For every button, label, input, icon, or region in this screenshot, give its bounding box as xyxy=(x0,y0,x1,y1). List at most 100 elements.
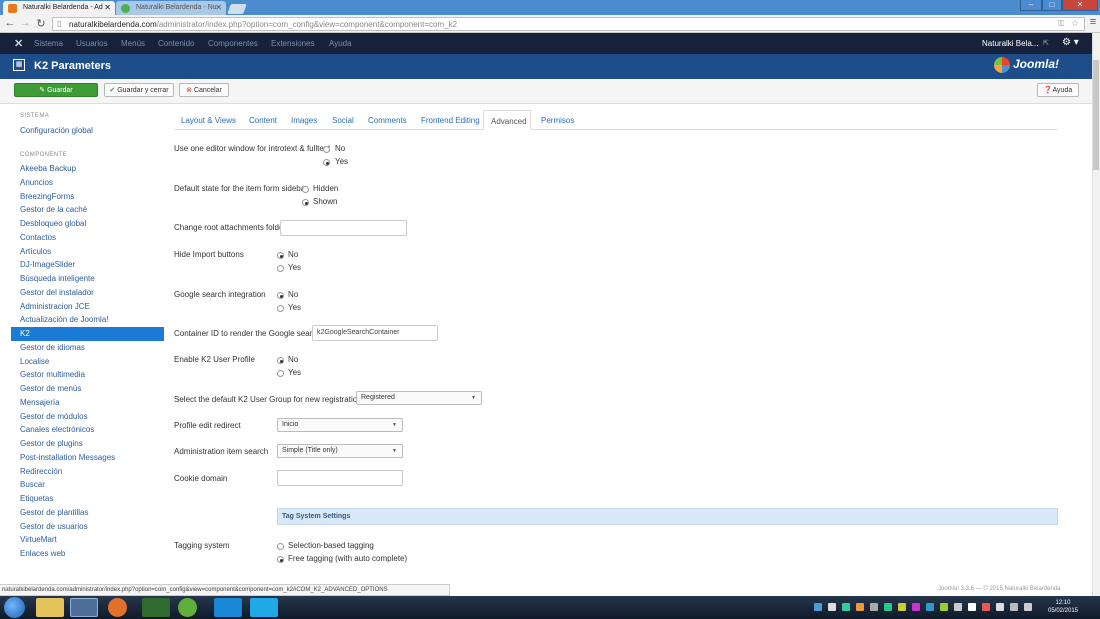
sidebar-item-buscar[interactable]: Buscar xyxy=(20,480,45,489)
tab-content[interactable]: Content xyxy=(249,116,277,125)
sidebar-item-global-config[interactable]: Configuración global xyxy=(20,126,93,135)
file-explorer-icon[interactable] xyxy=(36,598,64,617)
teamviewer-taskbar-icon[interactable] xyxy=(214,598,242,617)
tray-icon[interactable] xyxy=(996,603,1004,611)
sidebar-item-administracion-jce[interactable]: Administracion JCE xyxy=(20,302,90,311)
scrollbar-thumb[interactable] xyxy=(1093,60,1099,170)
tray-icon[interactable] xyxy=(870,603,878,611)
key-icon[interactable]: ⚿ xyxy=(1058,19,1064,29)
browser-tab-admin[interactable]: Naturalki Belardenda - Ad ✕ xyxy=(3,1,115,15)
profile-redirect-select[interactable]: Inicio ▼ xyxy=(277,418,403,432)
attachments-folder-input[interactable] xyxy=(280,220,407,236)
user-menu[interactable]: Naturalki Bela... xyxy=(982,39,1038,48)
tagging-free-radio[interactable] xyxy=(277,556,284,563)
sidebar-item-gestor-multimedia[interactable]: Gestor multimedia xyxy=(20,370,85,379)
cookie-domain-input[interactable] xyxy=(277,470,403,486)
sidebar-item-post-installation-messages[interactable]: Post-installation Messages xyxy=(20,453,115,462)
sidebar-item-canales-electr-nicos[interactable]: Canales electrónicos xyxy=(20,425,94,434)
menu-extensiones[interactable]: Extensiones xyxy=(271,39,315,48)
browser-tab-site[interactable]: Naturalki Belardenda - Nu ✕ xyxy=(116,1,226,15)
hide-import-no-radio[interactable] xyxy=(277,252,284,259)
reload-icon[interactable]: ↻ xyxy=(34,17,48,30)
tray-icon[interactable] xyxy=(1024,603,1032,611)
sidebar-item-contactos[interactable]: Contactos xyxy=(20,233,56,242)
start-button[interactable] xyxy=(4,597,25,618)
user-group-select[interactable]: Registered ▼ xyxy=(356,391,482,405)
hide-import-yes-radio[interactable] xyxy=(277,265,284,272)
tray-icon[interactable] xyxy=(898,603,906,611)
sidebar-item-gestor-del-instalador[interactable]: Gestor del instalador xyxy=(20,288,94,297)
minimize-button[interactable]: – xyxy=(1020,0,1042,11)
sidebar-item-gestor-de-idiomas[interactable]: Gestor de idiomas xyxy=(20,343,85,352)
tagging-selection-radio[interactable] xyxy=(277,543,284,550)
joomla-logo-icon[interactable]: ✕ xyxy=(14,37,23,50)
editor-window-no-radio[interactable] xyxy=(323,146,330,153)
cancel-button[interactable]: ⊗ Cancelar xyxy=(179,83,229,97)
tab-images[interactable]: Images xyxy=(291,116,317,125)
google-search-yes-radio[interactable] xyxy=(277,305,284,312)
help-button[interactable]: ❓Ayuda xyxy=(1037,83,1079,97)
sidebar-item-dj-imageslider[interactable]: DJ-ImageSlider xyxy=(20,260,75,269)
close-tab-icon[interactable]: ✕ xyxy=(215,3,222,12)
sidebar-item-art-culos[interactable]: Artículos xyxy=(20,247,51,256)
sidebar-item-breezingforms[interactable]: BreezingForms xyxy=(20,192,74,201)
skype-taskbar-icon[interactable] xyxy=(250,598,278,617)
sidebar-item-localise[interactable]: Localise xyxy=(20,357,49,366)
tray-icon[interactable] xyxy=(954,603,962,611)
sidebar-item-b-squeda-inteligente[interactable]: Búsqueda inteligente xyxy=(20,274,95,283)
user-profile-no-radio[interactable] xyxy=(277,357,284,364)
tray-icon[interactable] xyxy=(912,603,920,611)
tab-frontend-editing[interactable]: Frontend Editing xyxy=(421,116,480,125)
filezilla-taskbar-icon[interactable] xyxy=(142,598,170,617)
sidebar-item-anuncios[interactable]: Anuncios xyxy=(20,178,53,187)
new-tab-button[interactable] xyxy=(227,4,247,14)
admin-search-select[interactable]: Simple (Title only) ▼ xyxy=(277,444,403,458)
close-window-button[interactable]: ✕ xyxy=(1062,0,1098,11)
back-icon[interactable]: ← xyxy=(3,17,17,29)
save-button[interactable]: ✎ Guardar xyxy=(14,83,98,97)
google-search-no-radio[interactable] xyxy=(277,292,284,299)
sidebar-item-akeeba-backup[interactable]: Akeeba Backup xyxy=(20,164,76,173)
system-clock[interactable]: 12:10 05/02/2015 xyxy=(1048,599,1078,615)
external-link-icon[interactable]: ⇱ xyxy=(1043,39,1049,47)
forward-icon[interactable]: → xyxy=(18,17,32,29)
menu-sistema[interactable]: Sistema xyxy=(34,39,63,48)
menu-ayuda[interactable]: Ayuda xyxy=(329,39,352,48)
sidebar-item-desbloqueo-global[interactable]: Desbloqueo global xyxy=(20,219,86,228)
sidebar-item-gestor-de-usuarios[interactable]: Gestor de usuarios xyxy=(20,522,88,531)
tray-icon[interactable] xyxy=(940,603,948,611)
sidebar-state-shown-radio[interactable] xyxy=(302,199,309,206)
tab-social[interactable]: Social xyxy=(332,116,354,125)
sidebar-item-gestor-de-plugins[interactable]: Gestor de plugins xyxy=(20,439,83,448)
chrome-taskbar-icon[interactable] xyxy=(70,598,98,617)
sidebar-state-hidden-radio[interactable] xyxy=(302,186,309,193)
tab-layout-views[interactable]: Layout & Views xyxy=(181,116,236,125)
tray-icon[interactable] xyxy=(968,603,976,611)
tab-permisos[interactable]: Permisos xyxy=(541,116,574,125)
tray-icon[interactable] xyxy=(982,603,990,611)
utorrent-taskbar-icon[interactable] xyxy=(178,598,197,617)
sidebar-item-virtuemart[interactable]: VirtueMart xyxy=(20,535,57,544)
tray-icon[interactable] xyxy=(926,603,934,611)
menu-usuarios[interactable]: Usuarios xyxy=(76,39,108,48)
firefox-taskbar-icon[interactable] xyxy=(108,598,127,617)
sidebar-item-redirecci-n[interactable]: Redirección xyxy=(20,467,62,476)
close-tab-icon[interactable]: ✕ xyxy=(104,3,111,12)
tab-comments[interactable]: Comments xyxy=(368,116,407,125)
tray-icon[interactable] xyxy=(828,603,836,611)
save-close-button[interactable]: ✔ Guardar y cerrar xyxy=(104,83,174,97)
tab-advanced[interactable]: Advanced xyxy=(483,110,531,130)
tray-icon[interactable] xyxy=(842,603,850,611)
sidebar-item-enlaces-web[interactable]: Enlaces web xyxy=(20,549,65,558)
url-input[interactable]: ▯ naturalkibelardenda.com/administrator/… xyxy=(52,17,1085,31)
google-container-input[interactable]: k2GoogleSearchContainer xyxy=(312,325,438,341)
maximize-button[interactable]: □ xyxy=(1042,0,1062,11)
gear-icon[interactable]: ⚙ ▾ xyxy=(1062,37,1079,48)
user-profile-yes-radio[interactable] xyxy=(277,370,284,377)
tray-icon[interactable] xyxy=(1010,603,1018,611)
sidebar-item-gestor-de-plantillas[interactable]: Gestor de plantillas xyxy=(20,508,88,517)
menu-contenido[interactable]: Contenido xyxy=(158,39,194,48)
menu-componentes[interactable]: Componentes xyxy=(208,39,258,48)
tray-icon[interactable] xyxy=(814,603,822,611)
sidebar-item-k2[interactable]: K2 xyxy=(20,329,30,338)
